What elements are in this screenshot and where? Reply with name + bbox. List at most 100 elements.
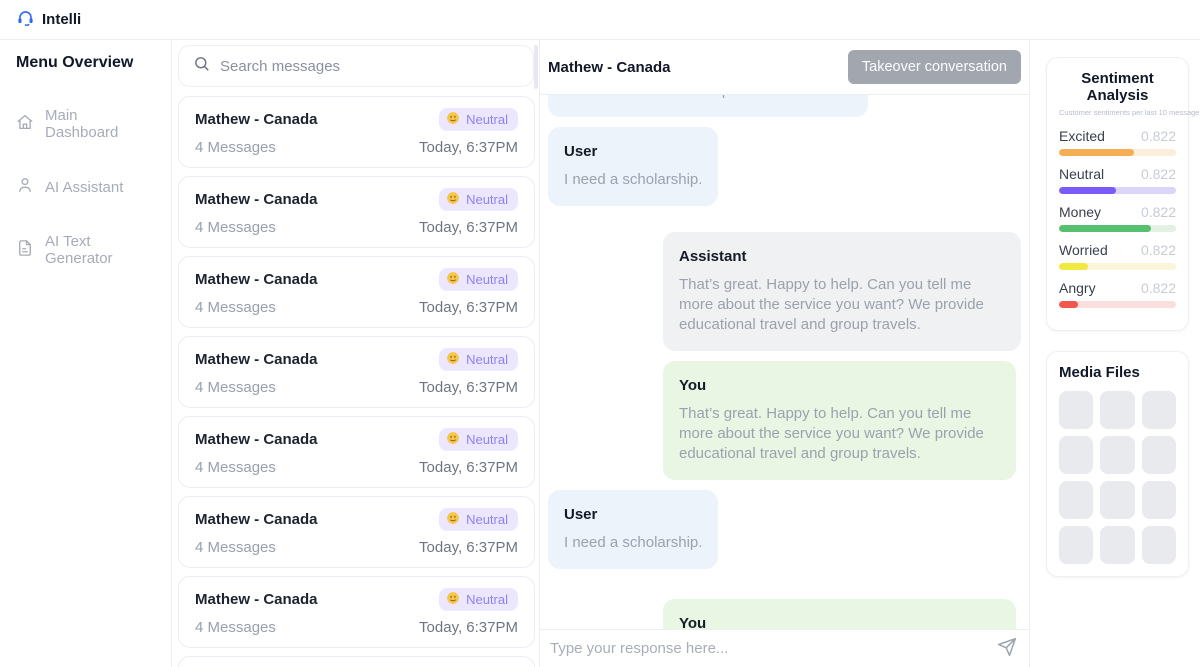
badge-label: Neutral xyxy=(466,352,508,367)
bubble-text: That’s great. Happy to help. Can you tel… xyxy=(679,404,1000,464)
bubble-text: I need a scholarship. xyxy=(564,533,702,553)
sentiment-bar-fill xyxy=(1059,225,1151,232)
conversation-card[interactable]: Mathew - Canada xyxy=(178,336,535,408)
sentiment-bar-track xyxy=(1059,187,1176,194)
message-count: 4 Messages xyxy=(195,379,276,396)
conversation-name: Mathew - Canada xyxy=(195,111,318,128)
brand-name: Intelli xyxy=(42,11,81,28)
search-icon xyxy=(193,55,210,77)
media-file-placeholder[interactable] xyxy=(1059,436,1093,474)
headset-logo-icon xyxy=(16,8,35,32)
media-file-placeholder[interactable] xyxy=(1100,526,1134,564)
bubble-sender: You xyxy=(679,615,1000,629)
neutral-face-icon xyxy=(446,511,460,528)
timestamp: Today, 6:37PM xyxy=(419,139,518,156)
neutral-face-icon xyxy=(446,271,460,288)
sentiment-bar-track xyxy=(1059,149,1176,156)
response-input[interactable] xyxy=(550,640,987,657)
timestamp: Today, 6:37PM xyxy=(419,379,518,396)
bubble-text: I need a scholarship. xyxy=(548,95,868,101)
badge-label: Neutral xyxy=(466,432,508,447)
sidebar-item-main-dashboard[interactable]: Main Dashboard xyxy=(16,107,155,141)
send-icon xyxy=(997,637,1017,660)
badge-label: Neutral xyxy=(466,192,508,207)
media-file-placeholder[interactable] xyxy=(1059,526,1093,564)
media-file-placeholder[interactable] xyxy=(1142,391,1176,429)
send-button[interactable] xyxy=(997,637,1017,660)
conversation-card[interactable]: Mathew - Canada xyxy=(178,576,535,648)
sidebar: Menu Overview Main Dashboard AI Assistan… xyxy=(0,40,172,667)
sentiment-row: Money 0.822 xyxy=(1059,204,1176,232)
conversation-name: Mathew - Canada xyxy=(195,351,318,368)
media-grid xyxy=(1059,391,1176,564)
sentiment-badge: Neutral xyxy=(439,428,518,451)
media-file-placeholder[interactable] xyxy=(1142,436,1176,474)
takeover-conversation-button[interactable]: Takeover conversation xyxy=(848,50,1021,84)
conversation-card[interactable]: Mathew - Canada xyxy=(178,496,535,568)
media-file-placeholder[interactable] xyxy=(1142,481,1176,519)
sentiment-label: Worried xyxy=(1059,242,1108,258)
media-file-placeholder[interactable] xyxy=(1100,391,1134,429)
sidebar-title: Menu Overview xyxy=(16,54,155,72)
bubble-text: That’s great. Happy to help. Can you tel… xyxy=(679,275,1005,335)
chat-panel: Mathew - Canada Takeover conversation I … xyxy=(540,40,1030,667)
sentiment-label: Excited xyxy=(1059,128,1105,144)
sentiment-label: Angry xyxy=(1059,280,1096,296)
badge-label: Neutral xyxy=(466,272,508,287)
conversation-card[interactable]: Mathew - Canada xyxy=(178,656,535,667)
sentiment-row: Angry 0.822 xyxy=(1059,280,1176,308)
neutral-face-icon xyxy=(446,431,460,448)
chat-bubble: I need a scholarship. xyxy=(548,95,868,117)
conversation-name: Mathew - Canada xyxy=(195,431,318,448)
message-count: 4 Messages xyxy=(195,219,276,236)
sentiment-bar-fill xyxy=(1059,301,1078,308)
media-file-placeholder[interactable] xyxy=(1059,391,1093,429)
sentiment-badge: Neutral xyxy=(439,588,518,611)
neutral-face-icon xyxy=(446,191,460,208)
sidebar-item-label: AI Assistant xyxy=(45,179,123,196)
search-input[interactable] xyxy=(220,58,519,75)
conversation-card[interactable]: Mathew - Canada xyxy=(178,96,535,168)
badge-label: Neutral xyxy=(466,592,508,607)
sentiment-badge: Neutral xyxy=(439,508,518,531)
timestamp: Today, 6:37PM xyxy=(419,219,518,236)
media-file-placeholder[interactable] xyxy=(1059,481,1093,519)
sidebar-item-ai-assistant[interactable]: AI Assistant xyxy=(16,176,155,198)
neutral-face-icon xyxy=(446,351,460,368)
right-panel: Sentiment Analysis Customer sentiments p… xyxy=(1030,40,1200,667)
sentiment-bar-fill xyxy=(1059,263,1088,270)
sentiment-row: Worried 0.822 xyxy=(1059,242,1176,270)
sentiment-title: Sentiment Analysis xyxy=(1059,70,1176,104)
sentiment-badge: Neutral xyxy=(439,188,518,211)
sentiment-bar-track xyxy=(1059,301,1176,308)
neutral-face-icon xyxy=(446,591,460,608)
timestamp: Today, 6:37PM xyxy=(419,619,518,636)
scrollbar-thumb[interactable] xyxy=(534,45,538,89)
conversation-name: Mathew - Canada xyxy=(195,511,318,528)
sentiment-analysis-card: Sentiment Analysis Customer sentiments p… xyxy=(1046,57,1189,331)
bubble-sender: Assistant xyxy=(679,248,1005,265)
conversation-name: Mathew - Canada xyxy=(195,191,318,208)
neutral-face-icon xyxy=(446,111,460,128)
chat-title: Mathew - Canada xyxy=(548,59,671,76)
conversation-card[interactable]: Mathew - Canada xyxy=(178,416,535,488)
message-count: 4 Messages xyxy=(195,299,276,316)
conversation-name: Mathew - Canada xyxy=(195,271,318,288)
sentiment-label: Money xyxy=(1059,204,1101,220)
sidebar-item-label: AI Text Generator xyxy=(45,233,155,267)
sidebar-item-ai-text-generator[interactable]: AI Text Generator xyxy=(16,233,155,267)
sentiment-value: 0.822 xyxy=(1141,204,1176,220)
message-count: 4 Messages xyxy=(195,459,276,476)
media-files-title: Media Files xyxy=(1059,364,1176,381)
sentiment-bar-fill xyxy=(1059,187,1116,194)
conversation-card[interactable]: Mathew - Canada xyxy=(178,256,535,328)
media-file-placeholder[interactable] xyxy=(1100,481,1134,519)
badge-label: Neutral xyxy=(466,112,508,127)
timestamp: Today, 6:37PM xyxy=(419,299,518,316)
sentiment-badge: Neutral xyxy=(439,108,518,131)
media-file-placeholder[interactable] xyxy=(1142,526,1176,564)
timestamp: Today, 6:37PM xyxy=(419,459,518,476)
conversation-card[interactable]: Mathew - Canada xyxy=(178,176,535,248)
media-file-placeholder[interactable] xyxy=(1100,436,1134,474)
document-icon xyxy=(16,239,34,261)
